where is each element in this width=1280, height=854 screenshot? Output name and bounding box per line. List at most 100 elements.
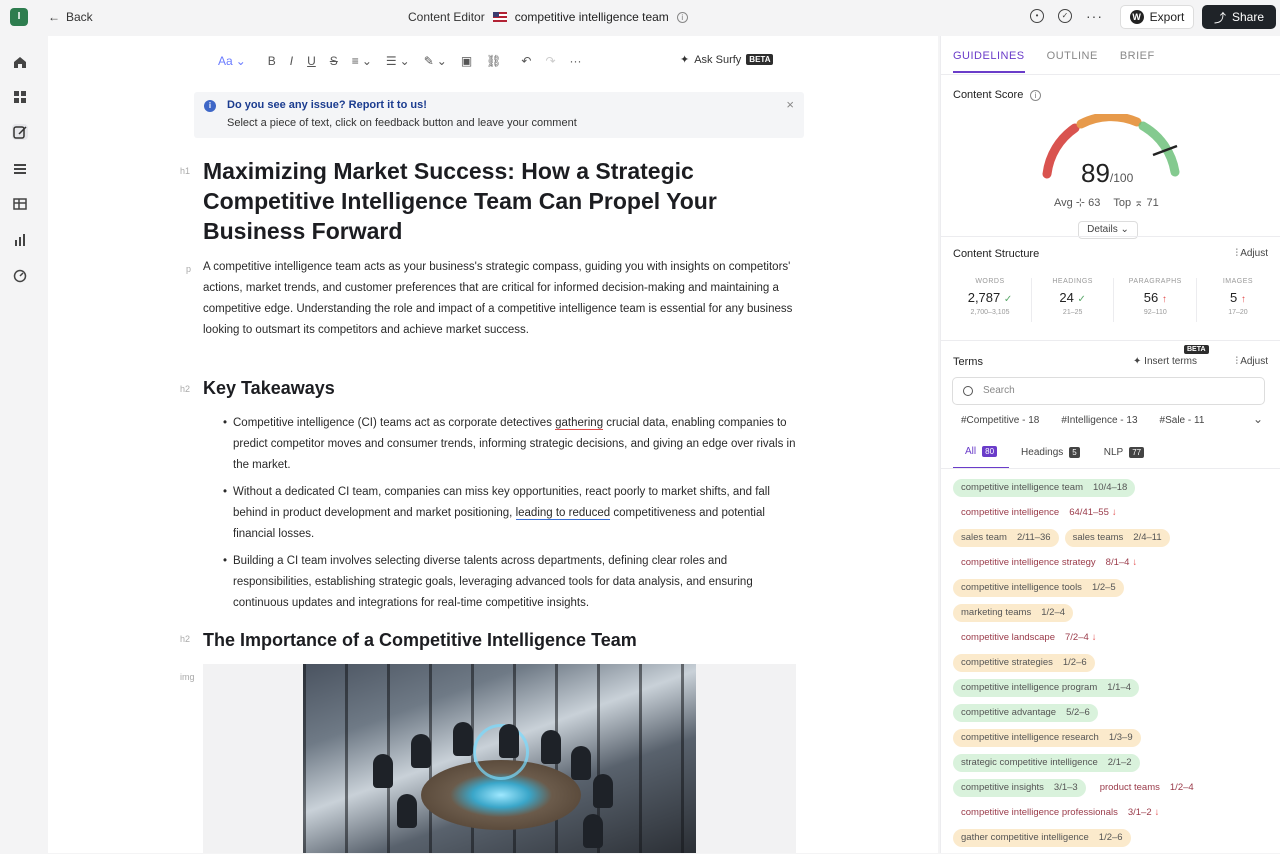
article-title[interactable]: Maximizing Market Success: How a Strateg… bbox=[203, 156, 803, 246]
tab-all[interactable]: All 80 bbox=[953, 444, 1010, 469]
term-count: 64/41–55 bbox=[1069, 507, 1109, 518]
term-row: gather competitive intelligence 1/2–6 bbox=[953, 829, 1273, 847]
term-row: sales team 2/11–36 sales teams 2/4–11 bbox=[953, 529, 1273, 547]
term-chip[interactable]: competitive intelligence program 1/1–4 bbox=[953, 679, 1140, 697]
term-chip[interactable]: competitive strategies 1/2–6 bbox=[953, 654, 1095, 672]
back-button[interactable]: ← Back bbox=[48, 10, 93, 24]
content-structure-label: Content Structure bbox=[953, 248, 1040, 260]
term-chip[interactable]: sales team 2/11–36 bbox=[953, 529, 1059, 547]
highlight-dropdown[interactable]: ✎ ⌄ bbox=[424, 54, 447, 68]
heading-importance[interactable]: The Importance of a Competitive Intellig… bbox=[203, 630, 637, 651]
term-count: 2/1–2 bbox=[1107, 757, 1132, 768]
more-icon[interactable]: ··· bbox=[1086, 9, 1103, 23]
term-chip[interactable]: competitive insights 3/1–3 bbox=[953, 779, 1086, 797]
adjust-label: Adjust bbox=[1240, 248, 1268, 259]
list-dropdown[interactable]: ☰ ⌄ bbox=[386, 54, 410, 68]
list-icon[interactable] bbox=[12, 161, 28, 177]
block-tag-img: img bbox=[180, 672, 195, 682]
term-chip[interactable]: sales teams 2/4–11 bbox=[1064, 529, 1170, 547]
font-size-dropdown[interactable]: Aa ⌄ bbox=[218, 54, 246, 68]
adjust-terms-button[interactable]: ⫶ Adjust bbox=[1235, 356, 1268, 367]
filter-sale[interactable]: #Sale - 11 bbox=[1160, 415, 1205, 426]
tab-outline[interactable]: OUTLINE bbox=[1047, 50, 1098, 73]
align-dropdown[interactable]: ≡ ⌄ bbox=[352, 54, 372, 68]
filter-competitive[interactable]: #Competitive - 18 bbox=[961, 415, 1039, 426]
arrow-down-icon: ↓ bbox=[1111, 507, 1117, 518]
app-logo[interactable]: I bbox=[10, 8, 28, 26]
ask-surfy-label: Ask Surfy bbox=[694, 53, 742, 66]
term-text: competitive insights bbox=[961, 782, 1044, 793]
align-icon: ≡ bbox=[351, 54, 359, 68]
top-bar: I ← Back Content Editor competitive inte… bbox=[0, 0, 1280, 36]
term-row: competitive landscape 7/2–4 ↓ bbox=[953, 629, 1273, 647]
undo-icon: ↶ bbox=[521, 54, 532, 68]
term-chip[interactable]: strategic competitive intelligence 2/1–2 bbox=[953, 754, 1140, 772]
term-text: competitive intelligence strategy bbox=[961, 557, 1096, 568]
tab-nlp[interactable]: NLP 77 bbox=[1092, 444, 1156, 469]
list-item[interactable]: Building a CI team involves selecting di… bbox=[223, 551, 798, 614]
share-button[interactable]: ⤴ Share bbox=[1202, 5, 1276, 29]
terms-search-input[interactable]: Search bbox=[952, 377, 1265, 405]
more-icon: ··· bbox=[569, 54, 582, 68]
chart-icon[interactable] bbox=[12, 232, 28, 248]
list-item[interactable]: Competitive intelligence (CI) teams act … bbox=[223, 413, 798, 476]
tab-brief[interactable]: BRIEF bbox=[1120, 50, 1155, 73]
term-chip[interactable]: product teams 1/2–4 bbox=[1092, 779, 1202, 797]
term-count: 1/3–9 bbox=[1108, 732, 1133, 743]
term-count: 3/1–3 bbox=[1053, 782, 1078, 793]
check-circle-icon[interactable]: ✓ bbox=[1058, 9, 1072, 23]
term-chip[interactable]: marketing teams 1/2–4 bbox=[953, 604, 1074, 622]
block-tag-h1: h1 bbox=[180, 166, 191, 176]
filter-intelligence[interactable]: #Intelligence - 13 bbox=[1061, 415, 1137, 426]
table-icon[interactable] bbox=[12, 196, 28, 212]
term-chip[interactable]: competitive landscape 7/2–4 ↓ bbox=[953, 629, 1105, 647]
share-label: Share bbox=[1231, 10, 1265, 24]
grammar-highlight[interactable]: gathering bbox=[555, 417, 604, 430]
tab-guidelines[interactable]: GUIDELINES bbox=[953, 50, 1025, 73]
article-image-block[interactable] bbox=[203, 664, 796, 853]
term-chip[interactable]: competitive intelligence tools 1/2–5 bbox=[953, 579, 1124, 597]
intro-paragraph[interactable]: A competitive intelligence team acts as … bbox=[203, 257, 803, 341]
bold-button[interactable]: B bbox=[268, 54, 276, 68]
adjust-label: Adjust bbox=[1240, 356, 1268, 367]
stat-range: 17–20 bbox=[1228, 309, 1248, 316]
term-chip[interactable]: gather competitive intelligence 1/2–6 bbox=[953, 829, 1131, 847]
term-chip[interactable]: competitive intelligence professionals 3/… bbox=[953, 804, 1167, 822]
editor-pane: Aa ⌄ B I U S ≡ ⌄ ☰ ⌄ ✎ ⌄ ▣ ⛓ ↶ ↷ ··· ✦ Ask S… bbox=[48, 36, 938, 853]
term-row: competitive strategies 1/2–6 bbox=[953, 654, 1273, 672]
term-chip[interactable]: competitive advantage 5/2–6 bbox=[953, 704, 1098, 722]
link-button[interactable]: ⛓ bbox=[486, 54, 501, 68]
info-icon[interactable]: i bbox=[676, 11, 688, 23]
insert-terms-button[interactable]: ✦ Insert terms bbox=[1133, 356, 1197, 367]
ask-surfy-button[interactable]: ✦ Ask Surfy BETA bbox=[680, 53, 774, 66]
list-item[interactable]: Without a dedicated CI team, companies c… bbox=[223, 482, 798, 545]
count-badge: 5 bbox=[1069, 447, 1080, 458]
content-editor-icon[interactable] bbox=[12, 124, 28, 140]
info-icon[interactable]: i bbox=[1030, 90, 1041, 101]
adjust-structure-button[interactable]: ⫶ Adjust bbox=[1235, 248, 1268, 259]
image-button[interactable]: ▣ bbox=[461, 54, 472, 68]
home-icon[interactable] bbox=[12, 54, 28, 70]
content-score-label: Content Score bbox=[953, 89, 1024, 101]
target-icon[interactable]: • bbox=[1030, 9, 1044, 23]
more-format-button[interactable]: ··· bbox=[570, 54, 582, 68]
term-chip[interactable]: competitive intelligence strategy 8/1–4 ↓ bbox=[953, 554, 1145, 572]
close-icon[interactable]: × bbox=[786, 97, 794, 112]
term-chip[interactable]: competitive intelligence 64/41–55 ↓ bbox=[953, 504, 1125, 522]
beta-badge: BETA bbox=[746, 54, 774, 65]
chevron-down-icon[interactable]: ⌄ bbox=[1253, 412, 1263, 426]
italic-button[interactable]: I bbox=[290, 54, 293, 68]
dashboard-icon[interactable] bbox=[12, 89, 28, 105]
suggestion-highlight[interactable]: leading to reduced bbox=[515, 507, 611, 520]
undo-button[interactable]: ↶ bbox=[521, 54, 531, 68]
redo-button[interactable]: ↷ bbox=[545, 54, 555, 68]
strikethrough-button[interactable]: S bbox=[330, 54, 338, 68]
keyword-label[interactable]: competitive intelligence team bbox=[515, 10, 669, 24]
tab-headings[interactable]: Headings 5 bbox=[1009, 444, 1092, 469]
term-chip[interactable]: competitive intelligence research 1/3–9 bbox=[953, 729, 1141, 747]
heading-key-takeaways[interactable]: Key Takeaways bbox=[203, 378, 335, 399]
underline-button[interactable]: U bbox=[307, 54, 316, 68]
audit-icon[interactable] bbox=[12, 268, 28, 284]
export-button[interactable]: W Export bbox=[1120, 5, 1194, 29]
term-chip[interactable]: competitive intelligence team 10/4–18 bbox=[953, 479, 1136, 497]
